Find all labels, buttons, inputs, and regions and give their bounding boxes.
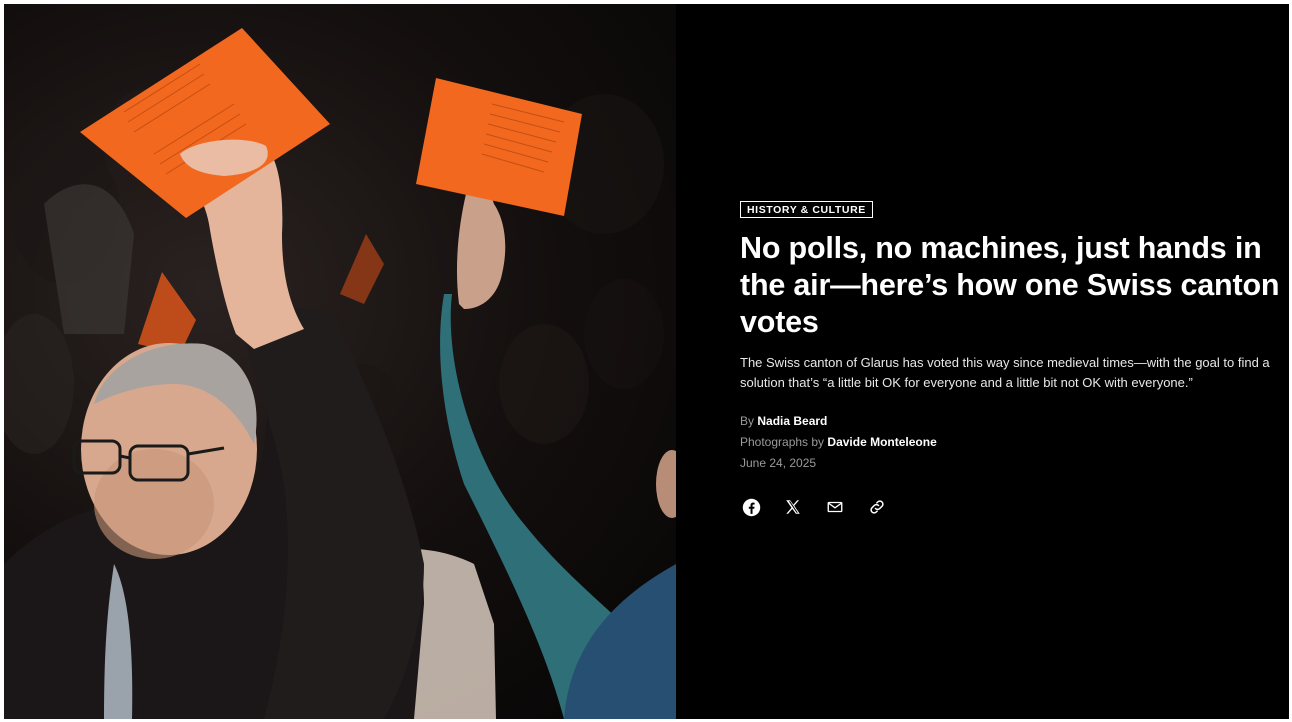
category-badge[interactable]: HISTORY & CULTURE (740, 201, 873, 218)
article-header: HISTORY & CULTURE No polls, no machines,… (740, 200, 1285, 518)
byline: By Nadia Beard (740, 411, 1285, 432)
author-link[interactable]: Nadia Beard (757, 414, 827, 428)
hero-photo-illustration (4, 28, 676, 719)
article-headline: No polls, no machines, just hands in the… (740, 231, 1280, 339)
byline-prefix: By (740, 414, 755, 428)
publish-date: June 24, 2025 (740, 456, 817, 470)
photo-credit-prefix: Photographs by (740, 435, 825, 449)
share-bar (740, 496, 1285, 518)
x-share-button[interactable] (782, 496, 804, 518)
facebook-icon (742, 498, 760, 516)
photographer-link[interactable]: Davide Monteleone (827, 435, 936, 449)
email-icon (827, 501, 843, 513)
photo-credit: Photographs by Davide Monteleone (740, 432, 1285, 453)
hero-photo (4, 4, 676, 719)
article-hero: HISTORY & CULTURE No polls, no machines,… (4, 4, 1289, 719)
email-share-button[interactable] (824, 496, 846, 518)
link-icon (870, 500, 884, 514)
x-icon (786, 500, 800, 514)
facebook-share-button[interactable] (740, 496, 762, 518)
article-dek: The Swiss canton of Glarus has voted thi… (740, 355, 1270, 390)
copy-link-button[interactable] (866, 496, 888, 518)
